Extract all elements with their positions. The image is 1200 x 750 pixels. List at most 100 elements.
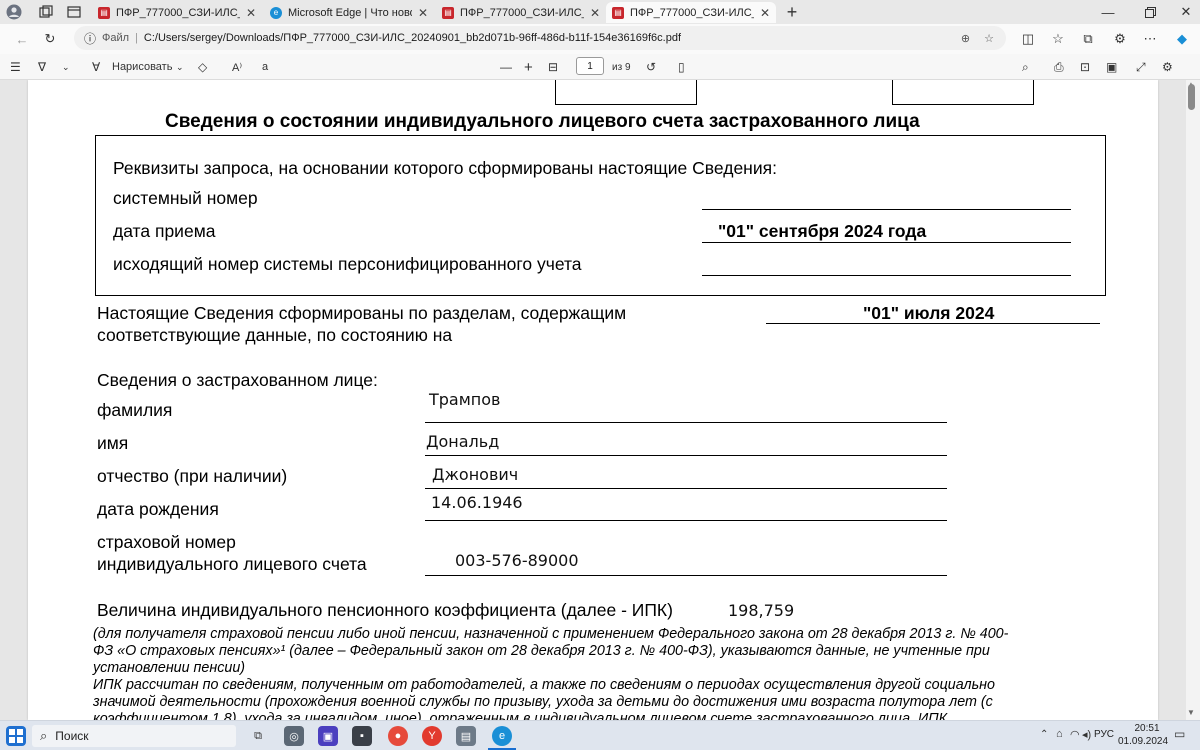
contents-icon[interactable]: ☰ bbox=[10, 58, 21, 76]
back-icon[interactable]: ← bbox=[14, 31, 30, 47]
rotate-icon[interactable]: ↺ bbox=[646, 58, 656, 76]
browser-tab-active[interactable]: ▤ ПФР_777000_СЗИ-ИЛС_2024090 ✕ bbox=[606, 2, 776, 23]
draw-button[interactable]: Нарисовать bbox=[112, 58, 172, 76]
clock-date[interactable]: 01.09.2024 bbox=[1118, 736, 1168, 747]
birthdate-value: 14.06.1946 bbox=[431, 493, 523, 512]
patronymic-value: Джонович bbox=[432, 465, 519, 484]
highlight-icon[interactable]: ∇ bbox=[38, 58, 46, 76]
eraser-icon[interactable]: ◇ bbox=[198, 58, 207, 76]
tab-title: ПФР_777000_СЗИ-ИЛС_2024090 bbox=[116, 6, 240, 19]
minimize-icon[interactable]: — bbox=[1100, 4, 1116, 20]
network-icon[interactable]: ⌂ bbox=[1056, 728, 1063, 740]
system-number-label: системный номер bbox=[113, 188, 258, 208]
start-windows-icon[interactable] bbox=[6, 726, 26, 746]
search-icon[interactable]: ⌕ bbox=[1022, 58, 1029, 76]
sections-date-line bbox=[766, 323, 1100, 324]
tab-bar: ▤ ПФР_777000_СЗИ-ИЛС_2024090 ✕ e Microso… bbox=[0, 0, 1200, 24]
sections-text-line1: Настоящие Сведения сформированы по разде… bbox=[97, 303, 627, 323]
yandex-icon[interactable]: Y bbox=[422, 726, 442, 746]
wifi-icon[interactable]: ◠ bbox=[1070, 728, 1080, 741]
info-icon[interactable]: ⓘ bbox=[84, 30, 96, 47]
address-bar[interactable]: ⓘ Файл | C:/Users/sergey/Downloads/ПФР_7… bbox=[74, 26, 1006, 50]
edge-icon[interactable]: e bbox=[492, 726, 512, 746]
settings-more-icon[interactable]: ⋯ bbox=[1142, 31, 1158, 47]
app-icon[interactable]: ◎ bbox=[284, 726, 304, 746]
app-icon[interactable]: ▪ bbox=[352, 726, 372, 746]
app-icon[interactable]: ▤ bbox=[456, 726, 476, 746]
scheme-label: Файл bbox=[102, 32, 130, 44]
surname-label: фамилия bbox=[97, 400, 173, 420]
close-tab-icon[interactable]: ✕ bbox=[246, 6, 256, 20]
browser-tab[interactable]: ▤ ПФР_777000_СЗИ-ИЛС_2024090 ✕ bbox=[92, 2, 262, 23]
split-screen-icon[interactable]: ◫ bbox=[1020, 31, 1036, 47]
close-tab-icon[interactable]: ✕ bbox=[760, 6, 770, 20]
page-view-icon[interactable]: ▯ bbox=[678, 58, 685, 76]
save-as-icon[interactable]: ⊡ bbox=[1080, 58, 1090, 76]
search-icon: ⌕ bbox=[40, 728, 48, 743]
favorite-star-icon[interactable]: ☆ bbox=[984, 32, 994, 45]
copilot-icon[interactable]: ◆ bbox=[1174, 31, 1190, 47]
note-line: установлении пенсии) bbox=[93, 660, 246, 676]
print-icon[interactable]: ⎙ bbox=[1054, 58, 1064, 76]
fullscreen-icon[interactable]: ⤢ bbox=[1136, 58, 1146, 76]
clock-time[interactable]: 20:51 bbox=[1130, 723, 1164, 734]
name-line bbox=[425, 455, 947, 456]
workspaces-icon[interactable] bbox=[38, 4, 54, 20]
refresh-icon[interactable]: ↻ bbox=[42, 31, 58, 47]
notifications-icon[interactable]: ▭ bbox=[1174, 727, 1185, 741]
language-indicator[interactable]: РУС bbox=[1094, 729, 1114, 740]
favorites-icon[interactable]: ☆ bbox=[1050, 31, 1066, 47]
chevron-down-icon[interactable]: ⌄ bbox=[176, 58, 184, 76]
fit-to-page-icon[interactable]: ⊟ bbox=[548, 58, 558, 76]
header-box bbox=[892, 80, 1034, 105]
pdf-page: Сведения о состоянии индивидуального лиц… bbox=[28, 80, 1158, 720]
save-icon[interactable]: ▣ bbox=[1106, 58, 1117, 76]
restore-icon[interactable] bbox=[1142, 4, 1158, 20]
zoom-icon[interactable]: ⊕ bbox=[961, 32, 970, 45]
vertical-tabs-icon[interactable] bbox=[66, 4, 82, 20]
insurance-number-value: 003-576-89000 bbox=[455, 551, 579, 570]
zoom-in-icon[interactable]: + bbox=[524, 58, 533, 76]
url-text[interactable]: C:/Users/sergey/Downloads/ПФР_777000_СЗИ… bbox=[144, 32, 681, 44]
browser-tab[interactable]: ▤ ПФР_777000_СЗИ-ИЛС_2024090 ✕ bbox=[436, 2, 606, 23]
request-header: Реквизиты запроса, на основании которого… bbox=[113, 158, 777, 178]
translate-icon[interactable]: a bbox=[262, 58, 268, 76]
collections-icon[interactable]: ⧉ bbox=[1080, 31, 1096, 47]
pdf-settings-icon[interactable]: ⚙ bbox=[1162, 58, 1173, 76]
browser-tab[interactable]: e Microsoft Edge | Что нового ✕ bbox=[264, 2, 434, 23]
outgoing-number-line bbox=[702, 275, 1071, 276]
read-aloud-icon[interactable]: A⁾ bbox=[232, 58, 242, 76]
date-received-value: "01" сентября 2024 года bbox=[718, 221, 927, 241]
page-total: из 9 bbox=[612, 61, 631, 73]
scroll-down-arrow-icon[interactable]: ▼ bbox=[1187, 708, 1195, 717]
outgoing-number-label: исходящий номер системы персонифицирован… bbox=[113, 254, 582, 274]
task-view-icon[interactable]: ⧉ bbox=[248, 726, 268, 746]
app-icon[interactable]: ▣ bbox=[318, 726, 338, 746]
show-hidden-icons-icon[interactable]: ⌃ bbox=[1040, 729, 1048, 740]
volume-icon[interactable]: ◂) bbox=[1082, 728, 1091, 741]
taskbar-search[interactable]: ⌕ Поиск bbox=[32, 725, 236, 747]
chrome-icon[interactable]: ● bbox=[388, 726, 408, 746]
vertical-scrollbar[interactable] bbox=[1186, 80, 1200, 720]
profile-avatar-icon[interactable] bbox=[6, 4, 22, 20]
page-number-input[interactable]: 1 bbox=[576, 57, 604, 75]
close-tab-icon[interactable]: ✕ bbox=[418, 6, 428, 20]
tab-title: Microsoft Edge | Что нового bbox=[288, 6, 412, 19]
scrollbar-thumb[interactable] bbox=[1188, 84, 1195, 110]
pdf-viewer[interactable]: Сведения о состоянии индивидуального лиц… bbox=[0, 80, 1186, 720]
address-bar-row: ← ↻ ⓘ Файл | C:/Users/sergey/Downloads/П… bbox=[0, 24, 1200, 54]
insurance-number-label-1: страховой номер bbox=[97, 532, 236, 552]
close-tab-icon[interactable]: ✕ bbox=[590, 6, 600, 20]
extensions-icon[interactable]: ⚙ bbox=[1112, 31, 1128, 47]
chevron-down-icon[interactable]: ⌄ bbox=[62, 58, 70, 76]
note-line: ФЗ «О страховых пенсиях»¹ (далее – Федер… bbox=[93, 643, 990, 659]
ipk-label: Величина индивидуального пенсионного коэ… bbox=[97, 600, 673, 620]
note-line: коэффициентом 1,8), ухода за инвалидом, … bbox=[93, 711, 948, 720]
birthdate-label: дата рождения bbox=[97, 499, 219, 519]
zoom-out-icon[interactable]: — bbox=[500, 58, 512, 76]
new-tab-icon[interactable]: + bbox=[784, 2, 800, 22]
draw-icon[interactable]: ∀ bbox=[92, 58, 100, 76]
close-window-icon[interactable]: ✕ bbox=[1178, 4, 1194, 20]
ipk-value: 198,759 bbox=[728, 601, 795, 620]
search-label: Поиск bbox=[55, 729, 89, 743]
